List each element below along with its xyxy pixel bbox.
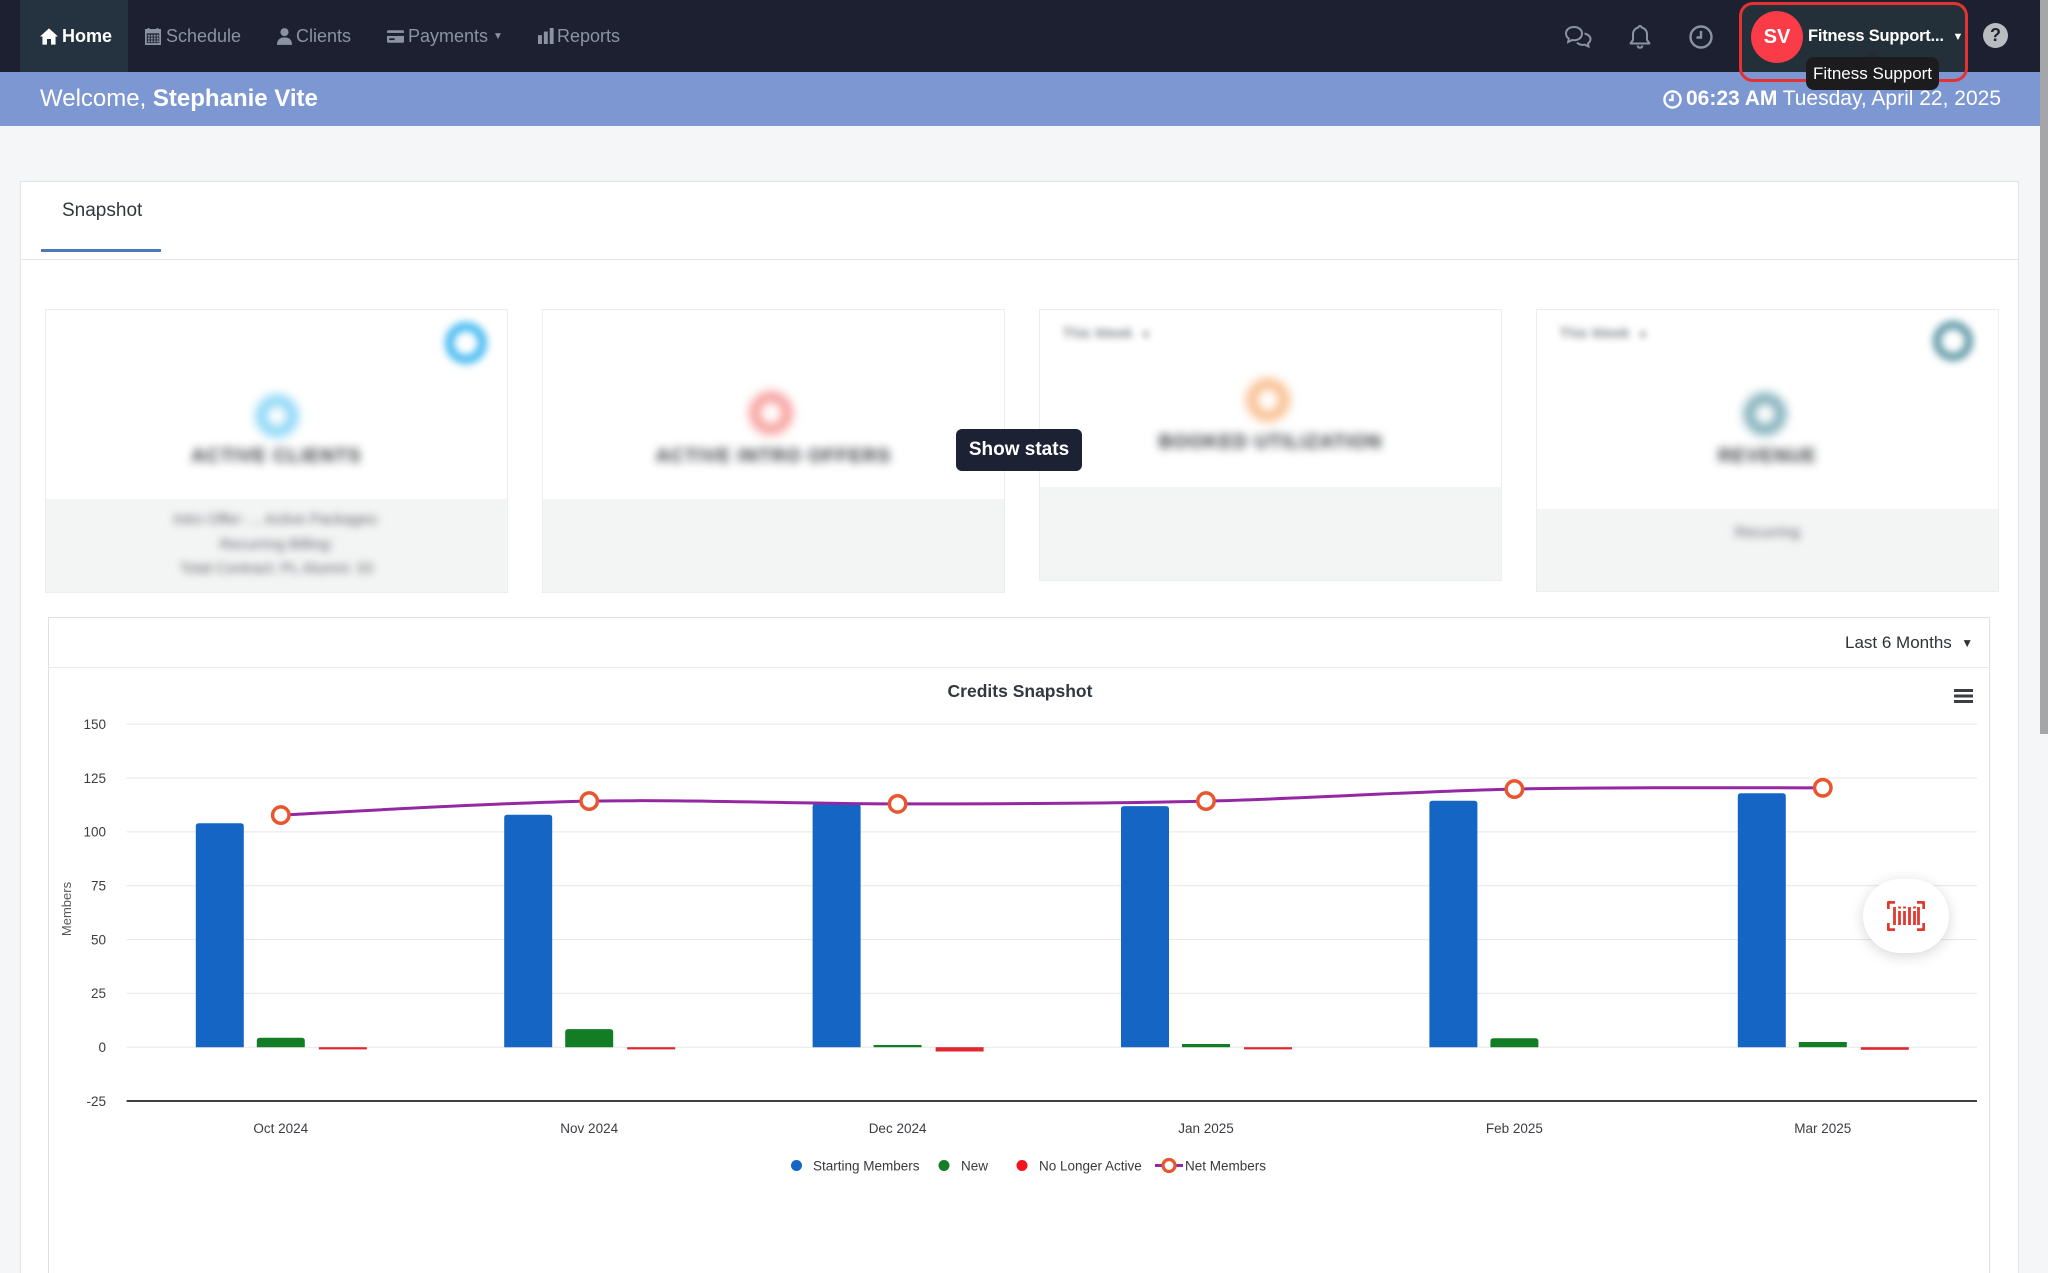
svg-text:Jan 2025: Jan 2025	[1178, 1121, 1234, 1136]
svg-text:125: 125	[83, 771, 106, 786]
svg-text:-25: -25	[86, 1094, 106, 1109]
svg-text:Feb 2025: Feb 2025	[1486, 1121, 1543, 1136]
svg-text:150: 150	[83, 717, 106, 732]
svg-text:25: 25	[91, 986, 106, 1001]
svg-text:Credits Snapshot: Credits Snapshot	[948, 681, 1093, 701]
svg-text:100: 100	[83, 825, 106, 840]
svg-text:Mar 2025: Mar 2025	[1794, 1121, 1851, 1136]
svg-text:No Longer Active: No Longer Active	[1039, 1158, 1142, 1173]
svg-text:Starting Members: Starting Members	[813, 1158, 920, 1173]
svg-text:Net Members: Net Members	[1185, 1158, 1266, 1173]
svg-text:75: 75	[91, 879, 106, 894]
svg-text:Oct 2024: Oct 2024	[253, 1121, 308, 1136]
svg-text:Dec 2024: Dec 2024	[869, 1121, 927, 1136]
svg-text:New: New	[961, 1158, 988, 1173]
svg-text:Members: Members	[59, 881, 74, 936]
svg-text:50: 50	[91, 932, 106, 947]
svg-text:0: 0	[98, 1040, 106, 1055]
svg-text:Nov 2024: Nov 2024	[560, 1121, 618, 1136]
